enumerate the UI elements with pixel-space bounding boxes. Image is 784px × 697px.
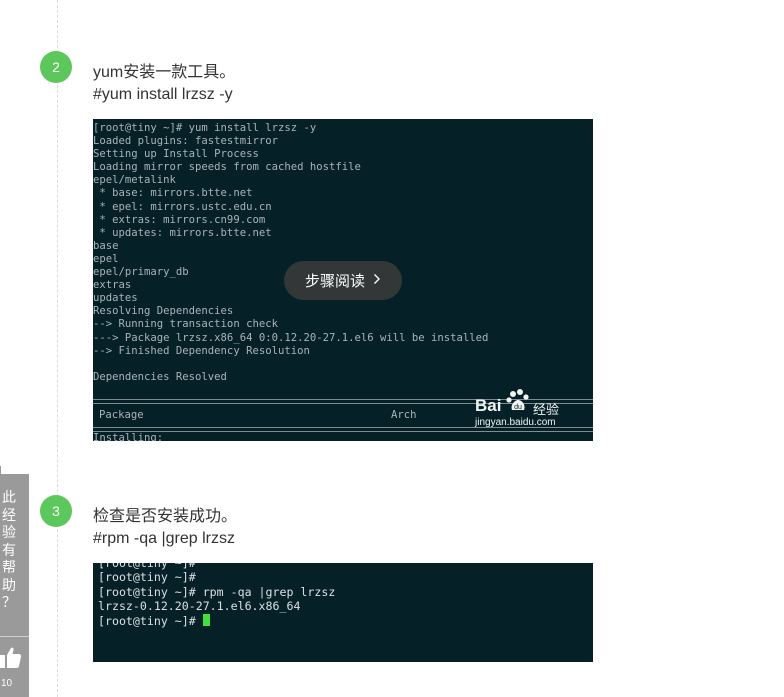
terminal-line: * extras: mirrors.cn99.com bbox=[93, 213, 266, 226]
terminal-line: [root@tiny ~]# bbox=[98, 570, 196, 585]
watermark-brand: Bai bbox=[475, 396, 502, 415]
terminal-prompt: [root@tiny ~]# bbox=[98, 613, 203, 628]
feedback-label-char: 验 bbox=[2, 525, 16, 541]
terminal-line: * base: mirrors.btte.net bbox=[93, 187, 253, 200]
feedback-label: 此经验有帮助？ bbox=[0, 490, 18, 613]
step-reading-button[interactable]: 步骤阅读 bbox=[284, 261, 402, 300]
step-command: #rpm -qa |grep lrzsz bbox=[93, 530, 235, 547]
table-header-arch: Arch bbox=[391, 409, 417, 421]
terminal-output: [root@tiny ~]# [root@tiny ~]# [root@tiny ~… bbox=[93, 563, 593, 628]
terminal-line: Resolving Dependencies bbox=[93, 305, 234, 318]
terminal-partial-line: Installing: bbox=[93, 432, 164, 441]
terminal-line: Loading mirror speeds from cached hostfi… bbox=[93, 161, 361, 174]
step-number-badge: 3 bbox=[40, 495, 72, 527]
svg-text:du: du bbox=[514, 404, 522, 411]
terminal-output: [root@tiny ~]# yum install lrzsz -y Loade… bbox=[93, 119, 593, 384]
feedback-label-char: 帮 bbox=[2, 560, 16, 576]
terminal-line: Dependencies Resolved bbox=[93, 370, 227, 383]
baidu-paw-icon: du bbox=[505, 388, 531, 418]
terminal-line: --> Finished Dependency Resolution bbox=[93, 344, 310, 357]
terminal-line: --> Running transaction check bbox=[93, 318, 278, 331]
terminal-line: Setting up Install Process bbox=[93, 148, 259, 161]
step-description: 检查是否安装成功。 bbox=[93, 508, 238, 525]
feedback-label-char: 经 bbox=[2, 507, 16, 524]
terminal-line: lrzsz-0.12.20-27.1.el6.x86_64 bbox=[98, 599, 301, 614]
terminal-line: * epel: mirrors.ustc.edu.cn bbox=[93, 200, 272, 213]
terminal-line: base bbox=[93, 239, 119, 252]
feedback-divider bbox=[0, 636, 29, 637]
terminal-line: Loaded plugins: fastestmirror bbox=[93, 135, 278, 148]
feedback-label-char: 此 bbox=[2, 490, 16, 506]
feedback-sidebar[interactable]: 此经验有帮助？ 10 bbox=[0, 474, 29, 697]
step-description: yum安装一款工具。 bbox=[93, 64, 236, 81]
terminal-line: [root@tiny ~]# bbox=[98, 563, 196, 570]
terminal-line: [root@tiny ~]# yum install lrzsz -y bbox=[93, 122, 317, 134]
feedback-label-char: 助 bbox=[2, 577, 16, 594]
step-screenshot-terminal[interactable]: [root@tiny ~]# [root@tiny ~]# [root@tiny ~… bbox=[93, 563, 593, 662]
terminal-cursor bbox=[202, 613, 210, 626]
chevron-right-icon bbox=[373, 272, 381, 289]
step-reading-label: 步骤阅读 bbox=[304, 273, 365, 290]
terminal-line: [root@tiny ~]# rpm -qa |grep lrzsz bbox=[98, 584, 336, 599]
timeline-dashed-line bbox=[57, 0, 58, 697]
feedback-bar-tab bbox=[0, 466, 1, 474]
baidu-jingyan-watermark: Bai du 经验 jingyan.baidu.com bbox=[475, 388, 585, 432]
feedback-label-char: 有 bbox=[2, 542, 16, 559]
like-count: 10 bbox=[1, 678, 13, 689]
watermark-brand-suffix: 经验 bbox=[533, 403, 560, 418]
watermark-url: jingyan.baidu.com bbox=[475, 417, 556, 428]
thumbs-up-icon[interactable] bbox=[0, 646, 22, 676]
step-command: #yum install lrzsz -y bbox=[93, 86, 233, 103]
terminal-line: epel/metalink bbox=[93, 174, 176, 187]
table-header-package: Package bbox=[99, 409, 144, 421]
terminal-line: ---> Package lrzsz.x86_64 0:0.12.20-27.1… bbox=[93, 331, 489, 344]
feedback-label-char: ？ bbox=[2, 595, 16, 611]
step-number-badge: 2 bbox=[40, 51, 72, 83]
terminal-prompt-line: [root@tiny ~]# bbox=[98, 613, 593, 628]
terminal-line: * updates: mirrors.btte.net bbox=[93, 226, 272, 239]
